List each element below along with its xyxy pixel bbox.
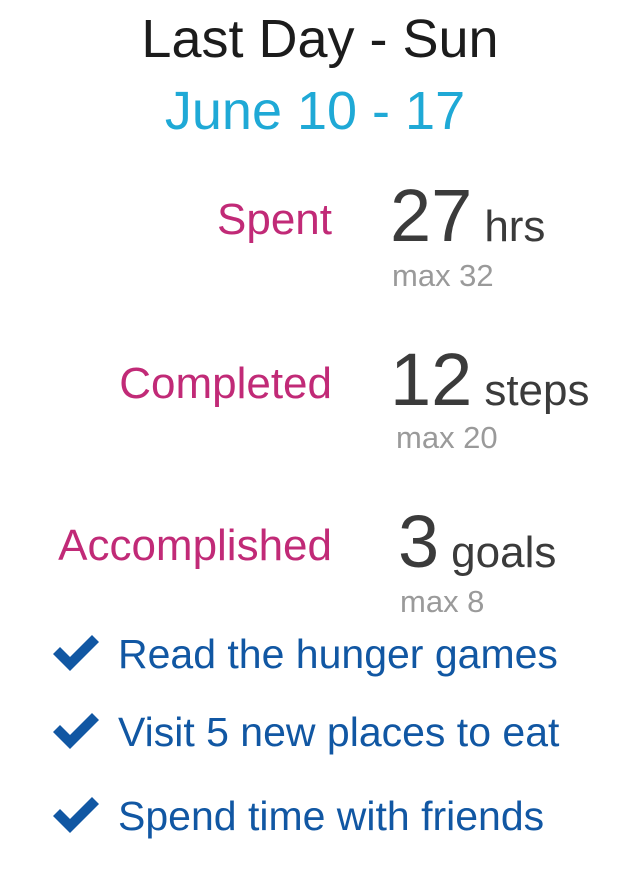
goal-item: Read the hunger games: [50, 626, 558, 682]
goal-item: Visit 5 new places to eat: [50, 704, 559, 760]
goal-text: Spend time with friends: [118, 793, 545, 839]
stat-value-completed: 12 steps: [390, 340, 589, 420]
goal-text: Read the hunger games: [118, 631, 558, 677]
stat-value-spent: 27 hrs: [390, 176, 545, 256]
stat-unit: steps: [484, 366, 590, 415]
stat-unit: goals: [451, 528, 557, 577]
stat-label-completed: Completed: [119, 359, 332, 408]
goal-text: Visit 5 new places to eat: [118, 709, 560, 755]
stat-number: 12: [390, 338, 473, 421]
stat-number: 3: [398, 500, 440, 583]
stat-label-spent: Spent: [217, 195, 332, 244]
checkmark-icon: [53, 635, 99, 671]
stat-label-accomplished: Accomplished: [58, 521, 332, 570]
date-range: June 10 - 17: [164, 81, 466, 141]
page-title: Last Day - Sun: [141, 9, 499, 69]
checkmark-icon: [53, 797, 99, 833]
stat-max-accomplished: max 8: [400, 584, 485, 619]
stat-value-accomplished: 3 goals: [398, 502, 556, 582]
stat-max-completed: max 20: [396, 420, 498, 455]
checkmark-icon: [53, 713, 99, 749]
goal-item: Spend time with friends: [50, 788, 544, 844]
stat-unit: hrs: [484, 202, 546, 251]
stat-number: 27: [390, 174, 473, 257]
stat-max-spent: max 32: [392, 258, 494, 293]
